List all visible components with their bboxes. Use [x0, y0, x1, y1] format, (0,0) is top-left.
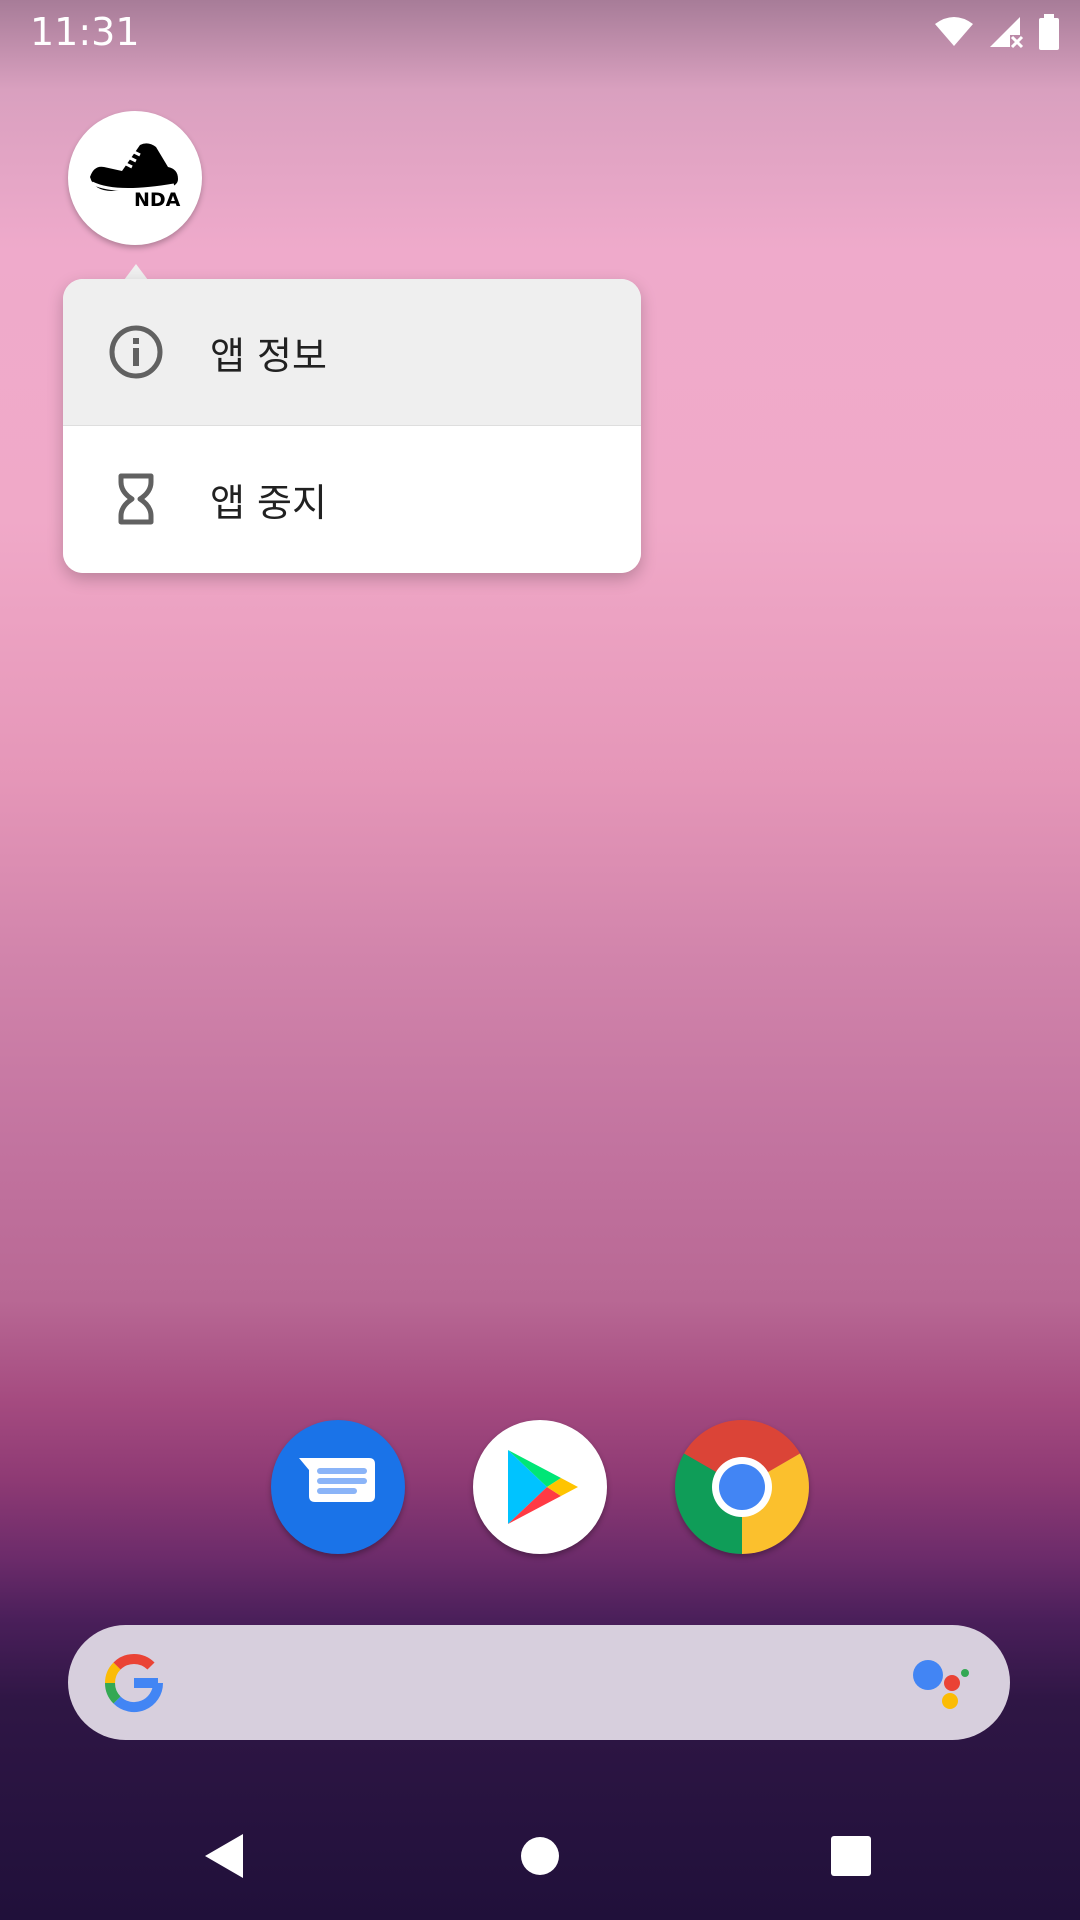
cellular-no-signal-icon [990, 17, 1024, 49]
chrome-app-icon[interactable] [675, 1420, 809, 1554]
app-shortcut-popup: 앱 정보 앱 중지 [63, 279, 641, 573]
status-time: 11:31 [30, 10, 140, 54]
menu-item-app-info[interactable]: 앱 정보 [63, 279, 641, 426]
battery-icon [1039, 14, 1059, 50]
menu-item-label: 앱 중지 [210, 481, 327, 525]
info-icon [109, 325, 163, 379]
assistant-icon[interactable] [910, 1653, 970, 1713]
popup-arrow [124, 264, 148, 280]
recents-button[interactable] [831, 1836, 871, 1876]
app-icon-label: NDA [134, 189, 181, 211]
status-icons [934, 14, 1060, 50]
wifi-icon [935, 17, 973, 46]
play-store-app-icon[interactable] [473, 1420, 607, 1554]
messages-app-icon[interactable] [271, 1420, 405, 1554]
messages-bubble-icon [299, 1458, 375, 1502]
home-button[interactable] [520, 1836, 560, 1876]
chrome-icon [675, 1420, 809, 1554]
google-search-bar[interactable] [68, 1625, 1010, 1740]
hourglass-icon [118, 473, 154, 525]
back-button[interactable] [203, 1832, 247, 1880]
status-bar: 11:31 [0, 0, 1080, 64]
navigation-bar [0, 1800, 1080, 1920]
play-store-icon [508, 1450, 578, 1524]
menu-item-label: 앱 정보 [210, 334, 327, 378]
google-g-icon [104, 1653, 164, 1713]
menu-item-pause-app[interactable]: 앱 중지 [63, 426, 641, 573]
nda-shoe-app-icon[interactable]: NDA [68, 111, 202, 245]
